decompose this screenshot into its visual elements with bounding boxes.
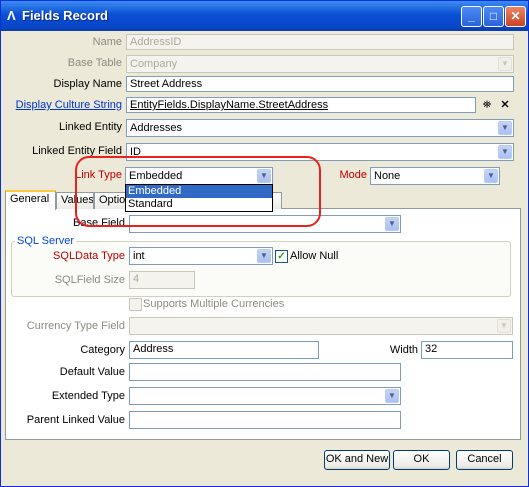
clear-x-icon[interactable]: ✕ (498, 98, 512, 112)
linked-entity-combo[interactable]: Addresses ▼ (126, 119, 514, 137)
cancel-label: Cancel (467, 453, 502, 465)
mode-combo[interactable]: None ▼ (370, 167, 500, 185)
ok-and-new-button[interactable]: OK and New (324, 450, 390, 470)
name-field: AddressID (126, 34, 514, 50)
ok-label: OK (413, 453, 430, 465)
allow-null-checkbox[interactable]: ✓ (275, 250, 288, 263)
chevron-down-icon: ▼ (498, 57, 512, 71)
linked-entity-label: Linked Entity (59, 121, 122, 133)
allow-null-label: Allow Null (290, 250, 339, 262)
category-label: Category (80, 344, 125, 356)
display-culture-link[interactable]: Display Culture String (1, 98, 122, 112)
title-bar[interactable]: Λ Fields Record _ □ ✕ (1, 1, 528, 31)
maximize-button[interactable]: □ (483, 6, 504, 27)
default-value-field[interactable] (129, 363, 401, 381)
mode-value: None (374, 170, 401, 182)
chevron-down-icon: ▼ (498, 121, 512, 135)
base-table-combo: Company ▼ (126, 55, 514, 73)
extended-type-label: Extended Type (51, 390, 125, 402)
width-field[interactable]: 32 (421, 341, 513, 359)
width-label: Width (389, 344, 418, 356)
chevron-down-icon: ▼ (385, 217, 399, 231)
currency-type-field-combo: ▼ (129, 317, 513, 335)
sql-data-type-combo[interactable]: int ▼ (129, 247, 273, 265)
chevron-down-icon: ▼ (257, 249, 271, 263)
window-title: Fields Record (22, 8, 108, 23)
currency-type-field-label: Currency Type Field (26, 320, 125, 332)
sql-field-size-field: 4 (129, 271, 195, 289)
chevron-down-icon: ▼ (497, 319, 511, 333)
chevron-down-icon: ▼ (484, 169, 498, 183)
base-table-value: Company (130, 58, 178, 70)
base-table-label: Base Table (67, 57, 122, 69)
parent-linked-value-label: Parent Linked Value (26, 414, 125, 426)
sql-field-size-label: SQLField Size (54, 274, 125, 286)
app-icon: Λ (7, 8, 16, 23)
extended-type-combo[interactable]: ▼ (129, 387, 401, 405)
minimize-button[interactable]: _ (461, 6, 482, 27)
sql-server-group-label: SQL Server (15, 235, 77, 248)
chevron-down-icon: ▼ (385, 389, 399, 403)
tab-general[interactable]: General (5, 190, 56, 210)
binoculars-icon[interactable]: ⛯ (480, 98, 494, 112)
close-icon: ✕ (510, 9, 521, 23)
supports-multi-currency-label: Supports Multiple Currencies (143, 298, 285, 310)
maximize-icon: □ (489, 9, 498, 23)
name-label: Name (92, 36, 122, 48)
sql-data-type-value: int (133, 250, 145, 262)
chevron-down-icon: ▼ (498, 145, 512, 159)
minimize-icon: _ (468, 9, 475, 23)
parent-linked-value-field[interactable] (129, 411, 401, 429)
category-field[interactable]: Address (129, 341, 319, 359)
linked-entity-value: Addresses (130, 122, 182, 134)
sql-data-type-label: SQLData Type (53, 250, 125, 262)
display-name-label: Display Name (53, 78, 122, 90)
display-name-field[interactable]: Street Address (126, 76, 514, 92)
annotation-highlight-ring (75, 156, 321, 227)
close-button[interactable]: ✕ (505, 6, 526, 27)
ok-and-new-label: OK and New (325, 453, 389, 465)
cancel-button[interactable]: Cancel (456, 450, 513, 470)
supports-multi-currency-checkbox (129, 298, 142, 311)
ok-button[interactable]: OK (393, 450, 450, 470)
fields-record-window: Λ Fields Record _ □ ✕ Name AddressID Bas… (0, 0, 529, 487)
default-value-label: Default Value (59, 366, 125, 378)
display-culture-field[interactable]: EntityFields.DisplayName.StreetAddress (126, 97, 476, 113)
